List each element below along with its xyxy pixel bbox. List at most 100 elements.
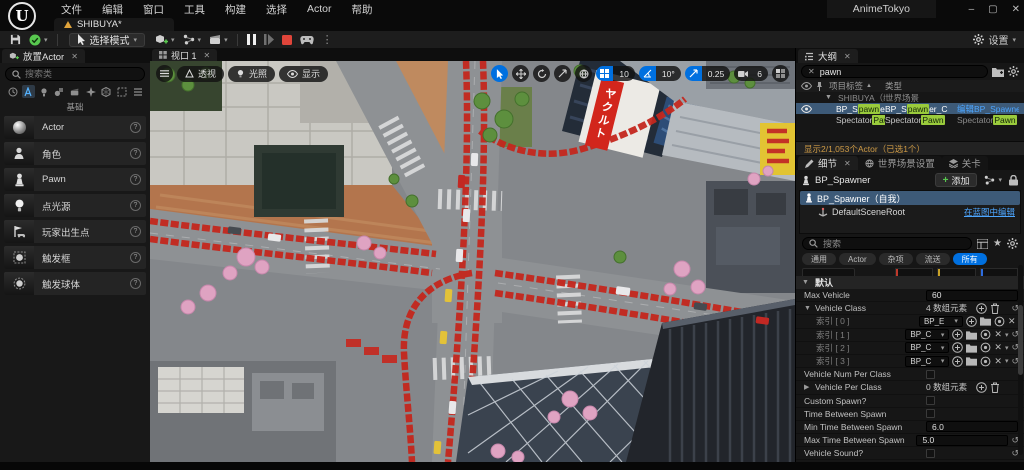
- details-tab[interactable]: 细节 ✕: [798, 156, 858, 170]
- max-vehicle-input[interactable]: 60: [926, 289, 1018, 301]
- details-search-box[interactable]: 搜索: [802, 237, 973, 250]
- use-selected-icon[interactable]: [980, 342, 991, 353]
- viewport-scene[interactable]: ヤクルト 透视 光照 显示 10 10° 0.25 6: [150, 61, 795, 462]
- filter-misc[interactable]: 杂项: [878, 253, 913, 265]
- use-selected-icon[interactable]: [980, 329, 991, 340]
- rotation-snap-control[interactable]: 10°: [638, 66, 681, 81]
- blueprints-button[interactable]: ▾: [179, 32, 206, 47]
- browse-icon[interactable]: [966, 356, 978, 366]
- place-item-trigger-box[interactable]: 触发框 ?: [4, 246, 146, 269]
- blueprint-edit-dropdown[interactable]: ▾: [982, 173, 1004, 188]
- place-item-player-start[interactable]: 玩家出生点 ?: [4, 220, 146, 243]
- lights-category-icon[interactable]: [37, 85, 50, 98]
- outliner-settings-gear-icon[interactable]: [1008, 66, 1019, 77]
- menu-help[interactable]: 帮助: [343, 0, 382, 19]
- playback-options-button[interactable]: ⋮: [318, 32, 338, 47]
- add-element-icon[interactable]: [966, 316, 977, 327]
- help-icon[interactable]: ?: [130, 174, 141, 185]
- unreal-logo-icon[interactable]: U: [8, 2, 36, 30]
- filter-actor[interactable]: Actor: [839, 253, 876, 265]
- filter-general[interactable]: 通用: [802, 253, 836, 265]
- scale-snap-control[interactable]: 0.25: [684, 66, 731, 81]
- menu-file[interactable]: 文件: [52, 0, 91, 19]
- level-tab-shibuya[interactable]: SHIBUYA*: [54, 18, 174, 31]
- help-icon[interactable]: ?: [130, 226, 141, 237]
- help-icon[interactable]: ?: [130, 252, 141, 263]
- details-settings-gear-icon[interactable]: [1007, 238, 1018, 249]
- close-icon[interactable]: ✕: [844, 52, 851, 61]
- filter-streaming[interactable]: 流送: [915, 253, 950, 265]
- max-time-input[interactable]: 5.0: [916, 434, 1009, 446]
- component-row-root[interactable]: BP_Spawner（自我）: [800, 191, 1020, 205]
- scrollbar-thumb[interactable]: [1018, 305, 1023, 375]
- help-icon[interactable]: ?: [130, 122, 141, 133]
- class-dropdown[interactable]: BP_E ▾: [918, 315, 963, 327]
- clear-search-icon[interactable]: ✕: [808, 67, 815, 76]
- favorites-star-icon[interactable]: ★: [993, 238, 1002, 249]
- browse-icon[interactable]: [966, 330, 978, 340]
- show-flags-dropdown[interactable]: 显示: [279, 65, 329, 82]
- clear-icon[interactable]: ✕: [994, 356, 1002, 367]
- menu-edit[interactable]: 编辑: [93, 0, 132, 19]
- menu-build[interactable]: 构建: [216, 0, 255, 19]
- add-component-button[interactable]: + 添加: [934, 173, 978, 187]
- clear-icon[interactable]: ✕: [1008, 316, 1016, 327]
- menu-tools[interactable]: 工具: [175, 0, 214, 19]
- close-button[interactable]: ✕: [1012, 4, 1020, 15]
- clear-icon[interactable]: ✕: [994, 342, 1002, 353]
- create-folder-icon[interactable]: [992, 67, 1004, 77]
- eject-possess-button[interactable]: [296, 32, 318, 47]
- viewport-tab[interactable]: 视口 1 ✕: [152, 49, 218, 61]
- stop-button[interactable]: [278, 32, 296, 47]
- place-search-box[interactable]: [5, 67, 145, 81]
- lock-icon[interactable]: [1009, 174, 1018, 186]
- add-element-icon[interactable]: [976, 302, 987, 314]
- add-actor-button[interactable]: ▾: [151, 32, 179, 47]
- cinematic-category-icon[interactable]: [69, 85, 82, 98]
- browse-icon[interactable]: [966, 343, 978, 353]
- outliner-search-box[interactable]: ✕: [801, 65, 988, 78]
- filter-all[interactable]: 所有: [952, 253, 987, 265]
- help-icon[interactable]: ?: [130, 200, 141, 211]
- expander-icon[interactable]: ▶: [804, 383, 812, 391]
- visual-effects-category-icon[interactable]: [84, 85, 97, 98]
- close-icon[interactable]: ✕: [844, 159, 851, 168]
- section-header-default[interactable]: ▼ 默认: [796, 276, 1024, 289]
- settings-dropdown[interactable]: 设置 ▾: [973, 32, 1016, 47]
- help-icon[interactable]: ?: [130, 148, 141, 159]
- add-element-icon[interactable]: [952, 355, 964, 367]
- outliner-row-bp-spawner[interactable]: BP_Spawner BP_Spawner_C 编辑BP_Spawner: [796, 103, 1024, 114]
- menu-select[interactable]: 选择: [257, 0, 296, 19]
- browse-icon[interactable]: [979, 316, 991, 327]
- add-element-icon[interactable]: [952, 329, 964, 340]
- component-row-scene-root[interactable]: DefaultSceneRoot 在蓝图中编辑: [800, 205, 1020, 219]
- outliner-row-spectator-pawn[interactable]: SpectatorPawn SpectatorPawn SpectatorPaw…: [796, 114, 1024, 125]
- checkbox[interactable]: [926, 369, 935, 379]
- rotate-tool-button[interactable]: [533, 65, 551, 82]
- volumes-category-icon[interactable]: [115, 85, 128, 98]
- edit-in-blueprint-link[interactable]: 在蓝图中编辑: [964, 206, 1015, 218]
- checkbox[interactable]: [926, 409, 935, 419]
- outliner-row-world[interactable]: ▼ SHIBUYA（编辑器中运行） 世界场景: [796, 92, 1024, 103]
- use-selected-icon[interactable]: [994, 316, 1005, 327]
- save-button[interactable]: [6, 32, 25, 47]
- outliner-search-input[interactable]: [819, 66, 940, 77]
- basic-category-icon[interactable]: [21, 85, 35, 98]
- close-icon[interactable]: ✕: [71, 52, 78, 61]
- menu-actor[interactable]: Actor: [298, 1, 341, 17]
- place-item-point-light[interactable]: 点光源 ?: [4, 194, 146, 217]
- visibility-column-eye-icon[interactable]: [801, 82, 812, 90]
- eye-icon[interactable]: [801, 104, 812, 113]
- all-classes-category-icon[interactable]: [131, 85, 144, 98]
- edit-blueprint-link[interactable]: 编辑BP_Spawner: [957, 103, 1019, 115]
- class-dropdown[interactable]: BP_C ▾: [905, 329, 950, 341]
- frame-skip-button[interactable]: [260, 32, 278, 47]
- element-options-icon[interactable]: ▾: [1005, 357, 1009, 365]
- place-item-character[interactable]: 角色 ?: [4, 142, 146, 165]
- world-settings-tab[interactable]: 世界场景设置: [857, 156, 942, 170]
- shapes-category-icon[interactable]: [53, 85, 66, 98]
- viewport-options-button[interactable]: [156, 65, 173, 82]
- perspective-dropdown[interactable]: 透视: [177, 65, 225, 82]
- recently-placed-icon[interactable]: [6, 85, 19, 98]
- class-dropdown[interactable]: BP_C ▾: [905, 355, 950, 367]
